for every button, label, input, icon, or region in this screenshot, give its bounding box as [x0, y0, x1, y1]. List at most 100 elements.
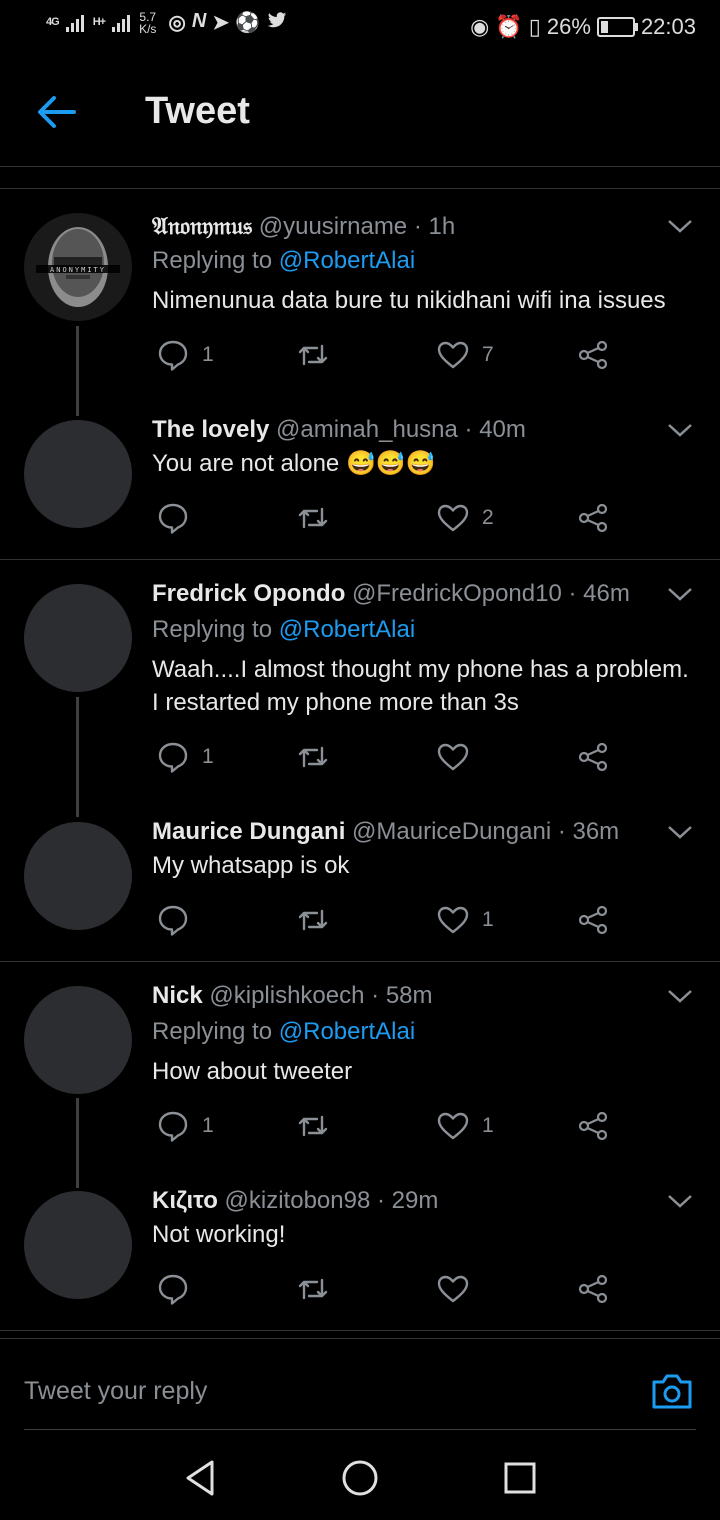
author-name[interactable]: The lovely [152, 416, 269, 443]
tweet-text: Waah....I almost thought my phone has a … [152, 656, 689, 716]
avatar[interactable]: ANONYMITY [24, 213, 132, 321]
chevron-down-icon[interactable] [666, 1191, 694, 1211]
reply-composer: Tweet your reply [0, 1338, 720, 1431]
thread-connector [76, 326, 79, 416]
share-button[interactable] [576, 1109, 610, 1143]
chevron-down-icon[interactable] [666, 216, 694, 236]
avatar[interactable] [24, 1191, 132, 1299]
tweet-actions: 1 1 [152, 1109, 672, 1153]
share-icon [578, 1111, 608, 1141]
tweet-time: · 36m [557, 818, 620, 845]
battery-percent: 26% [546, 14, 591, 39]
retweet-button[interactable] [296, 740, 342, 774]
chevron-down-icon[interactable] [666, 420, 694, 440]
tweet-text: You are not alone 😅😅😅 [152, 450, 436, 477]
divider [0, 961, 720, 962]
like-button[interactable] [436, 1272, 482, 1306]
retweet-button[interactable] [296, 1109, 342, 1143]
status-right: ◉ ⏰ ▯ 26% 22:03 [470, 14, 696, 40]
like-button[interactable]: 2 [436, 501, 494, 535]
reply-button[interactable]: 1 [156, 1109, 214, 1143]
retweet-button[interactable] [296, 501, 342, 535]
share-button[interactable] [576, 501, 610, 535]
author-name[interactable]: 𝔄𝔫𝔬𝔫𝔶𝔪𝔲𝔰 [152, 211, 252, 240]
like-button[interactable]: 7 [436, 338, 494, 372]
reply-count: 1 [202, 343, 214, 366]
reply-button[interactable]: 1 [156, 338, 214, 372]
retweet-button[interactable] [296, 338, 342, 372]
share-button[interactable] [576, 1272, 610, 1306]
net-speed-value: 5.7 [139, 9, 157, 24]
retweet-button[interactable] [296, 1272, 342, 1306]
eye-comfort-icon: ◉ [470, 14, 490, 39]
chevron-down-icon[interactable] [666, 986, 694, 1006]
soccer-ball-icon: ⚽ [235, 12, 260, 34]
reply-button[interactable]: 1 [156, 740, 214, 774]
author-handle[interactable]: @aminah_husna [276, 416, 458, 443]
avatar[interactable] [24, 584, 132, 692]
retweet-button[interactable] [296, 903, 342, 937]
like-button[interactable]: 1 [436, 903, 494, 937]
author-handle[interactable]: @kiplishkoech [209, 982, 364, 1009]
avatar[interactable] [24, 822, 132, 930]
battery-icon [596, 17, 638, 37]
like-button[interactable] [436, 740, 482, 774]
share-button[interactable] [576, 338, 610, 372]
reply-icon [158, 340, 188, 371]
reply-button[interactable] [156, 903, 202, 937]
reply-button[interactable] [156, 501, 202, 535]
camera-icon[interactable] [650, 1369, 694, 1413]
author-name[interactable]: Nick [152, 982, 203, 1009]
tweet-actions: 1 [152, 740, 672, 784]
retweet-icon [298, 746, 328, 768]
like-count: 1 [482, 1114, 494, 1137]
send-icon: ➤ [212, 12, 230, 34]
tweet-time: · 46m [568, 580, 630, 607]
avatar[interactable] [24, 986, 132, 1094]
tweet-text: Not working! [152, 1221, 286, 1248]
reply-icon [158, 503, 188, 534]
author-name[interactable]: Κιζιτο [152, 1187, 218, 1214]
mention-link[interactable]: @RobertAlai [279, 616, 415, 643]
author-handle[interactable]: @FredrickOpond10 [352, 580, 562, 607]
replying-to-prefix: Replying to [152, 247, 273, 274]
divider [0, 1330, 720, 1331]
reply-input[interactable]: Tweet your reply [24, 1377, 207, 1406]
replying-to: Replying to @RobertAlai [152, 616, 415, 644]
retweet-icon [298, 1278, 328, 1300]
avatar[interactable] [24, 420, 132, 528]
tweet-time: · 40m [464, 416, 526, 443]
heart-icon [437, 1112, 469, 1140]
author-name[interactable]: Fredrick Opondo [152, 580, 345, 607]
nav-recents-icon[interactable] [498, 1456, 542, 1500]
author-name[interactable]: Maurice Dungani [152, 818, 345, 845]
chevron-down-icon[interactable] [666, 822, 694, 842]
mention-link[interactable]: @RobertAlai [279, 247, 415, 274]
vibrate-icon: ▯ [528, 14, 541, 39]
reply-count: 1 [202, 1114, 214, 1137]
reply-button[interactable] [156, 1272, 202, 1306]
tweet-header: 𝔄𝔫𝔬𝔫𝔶𝔪𝔲𝔰 @yuusirname · 1h [152, 211, 455, 241]
share-icon [578, 503, 608, 533]
tweet-header: Κιζιτο @kizitobon98 · 29m [152, 1187, 438, 1215]
mention-link[interactable]: @RobertAlai [279, 1018, 415, 1045]
author-handle[interactable]: @MauriceDungani [352, 818, 551, 845]
svg-text:ANONYMITY: ANONYMITY [50, 266, 106, 274]
share-button[interactable] [576, 740, 610, 774]
reply-icon [158, 742, 188, 773]
author-handle[interactable]: @kizitobon98 [225, 1187, 371, 1214]
heart-icon [437, 341, 469, 369]
chevron-down-icon[interactable] [666, 584, 694, 604]
system-nav-bar [0, 1430, 720, 1520]
replying-to-prefix: Replying to [152, 1018, 273, 1045]
network-hplus-label: H+ [92, 16, 106, 28]
heart-icon [437, 906, 469, 934]
nav-home-icon[interactable] [338, 1456, 382, 1500]
arrow-left-icon[interactable] [32, 92, 80, 132]
share-button[interactable] [576, 903, 610, 937]
author-handle[interactable]: @yuusirname [259, 213, 407, 240]
reply-icon [158, 1274, 188, 1305]
like-button[interactable]: 1 [436, 1109, 494, 1143]
heart-icon [437, 504, 469, 532]
nav-back-icon[interactable] [178, 1456, 222, 1500]
